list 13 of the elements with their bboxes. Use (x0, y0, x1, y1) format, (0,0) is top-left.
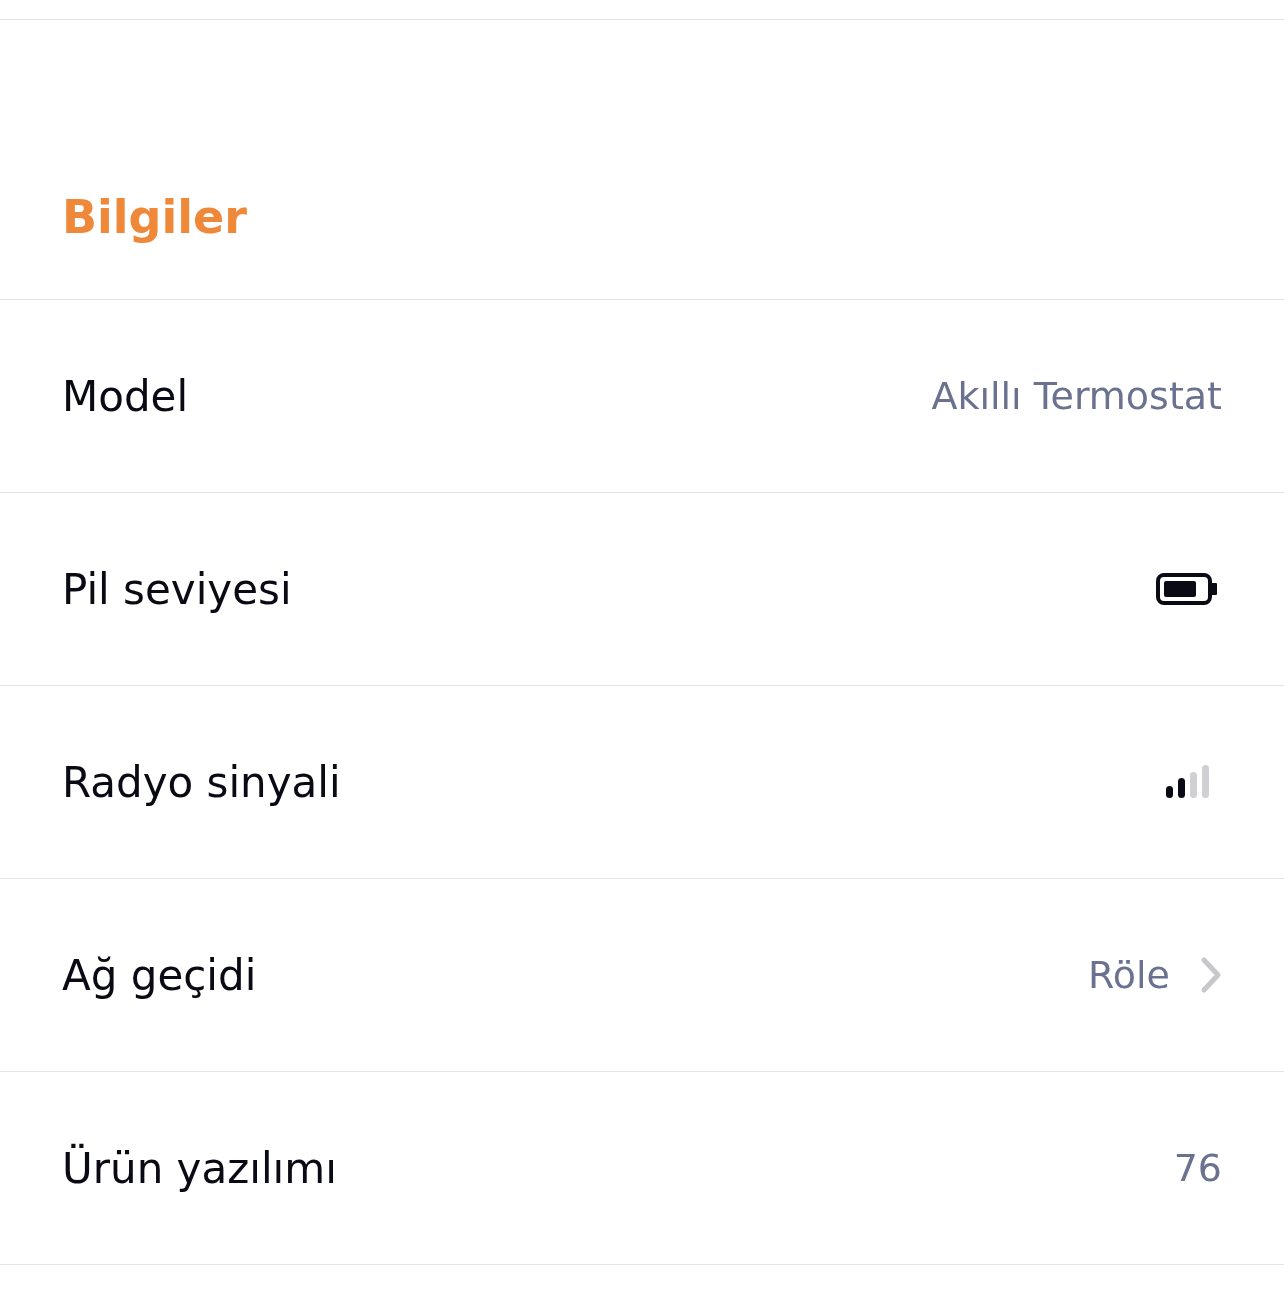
row-label: Model (62, 371, 189, 421)
row-value: 76 (1173, 1146, 1222, 1190)
chevron-icon (1200, 956, 1222, 994)
list-row[interactable]: Ağ geçidi Röle (0, 879, 1284, 1072)
row-label: Radyo sinyali (62, 757, 341, 807)
battery-icon (1156, 573, 1218, 605)
row-value: Akıllı Termostat (931, 374, 1222, 418)
signal-icon (1164, 764, 1210, 800)
section-title: Bilgiler (62, 190, 247, 244)
row-value: Röle (1088, 953, 1170, 997)
row-label: Pil seviyesi (62, 564, 292, 614)
row-label: Ağ geçidi (62, 950, 257, 1000)
row-label: Ürün yazılımı (62, 1143, 337, 1193)
